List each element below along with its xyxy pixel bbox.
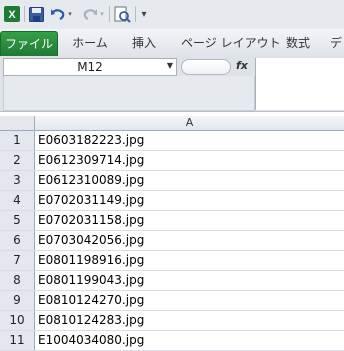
column-header-a[interactable]: A — [35, 116, 344, 131]
cell-a11[interactable]: E1004034080.jpg — [38, 331, 144, 350]
tab-page-layout[interactable]: ページ レイアウト — [181, 31, 281, 55]
row-header[interactable]: 11 — [0, 331, 35, 350]
tab-insert[interactable]: 挿入 — [128, 31, 160, 55]
cell-a10[interactable]: E0810124283.jpg — [38, 311, 144, 330]
redo-dropdown-icon: ▾ — [100, 10, 104, 18]
select-all-corner[interactable] — [0, 116, 35, 131]
print-preview-icon[interactable] — [113, 5, 131, 23]
name-box-dropdown-icon[interactable]: ▼ — [164, 58, 176, 74]
row-header[interactable]: 4 — [0, 191, 35, 210]
tab-file[interactable]: ファイル — [0, 31, 58, 56]
row-header[interactable]: 2 — [0, 151, 35, 170]
cell-a8[interactable]: E0801199043.jpg — [38, 271, 144, 290]
cell-a9[interactable]: E0810124270.jpg — [38, 291, 144, 310]
table-row: 10 E0810124283.jpg — [0, 311, 344, 331]
cell-a2[interactable]: E0612309714.jpg — [38, 151, 144, 170]
ribbon-tabs: ファイル ホーム 挿入 ページ レイアウト 数式 デ — [0, 29, 344, 57]
worksheet-grid[interactable]: A 1 E0603182223.jpg 2 E0612309714.jpg 3 E06… — [0, 112, 344, 351]
save-icon[interactable] — [28, 5, 44, 23]
row-header[interactable]: 8 — [0, 271, 35, 290]
cell-a7[interactable]: E0801198916.jpg — [38, 251, 144, 270]
row-header[interactable]: 3 — [0, 171, 35, 190]
name-box[interactable]: M12 — [3, 58, 177, 76]
table-row: 8 E0801199043.jpg — [0, 271, 344, 291]
table-row: 7 E0801198916.jpg — [0, 251, 344, 271]
svg-text:X: X — [8, 9, 16, 21]
tab-data[interactable]: デ — [330, 31, 344, 55]
cell-a1[interactable]: E0603182223.jpg — [38, 131, 144, 150]
table-row: 9 E0810124270.jpg — [0, 291, 344, 311]
row-header[interactable]: 5 — [0, 211, 35, 230]
tab-home[interactable]: ホーム — [70, 31, 110, 55]
formula-bar-splitter[interactable] — [181, 59, 231, 75]
table-row: 6 E0703042056.jpg — [0, 231, 344, 251]
table-row: 3 E0612310089.jpg — [0, 171, 344, 191]
table-row: 5 E0702031158.jpg — [0, 211, 344, 231]
insert-function-button[interactable]: fx — [236, 59, 248, 72]
customize-icon[interactable]: ▾ — [139, 5, 149, 23]
cell-a3[interactable]: E0612310089.jpg — [38, 171, 144, 190]
cell-a4[interactable]: E0702031149.jpg — [38, 191, 144, 210]
formula-area: M12 ▼ fx — [0, 56, 344, 112]
row-list: 1 E0603182223.jpg 2 E0612309714.jpg 3 E0612… — [0, 131, 344, 351]
table-row: 11 E1004034080.jpg — [0, 331, 344, 351]
excel-icon[interactable]: X — [4, 5, 20, 23]
formula-bar-extension — [3, 76, 255, 111]
row-header[interactable]: 9 — [0, 291, 35, 310]
quick-access-toolbar: X ▾ ▾ ▾ — [0, 0, 344, 29]
cell-a5[interactable]: E0702031158.jpg — [38, 211, 144, 230]
row-header[interactable]: 7 — [0, 251, 35, 270]
table-row: 1 E0603182223.jpg — [0, 131, 344, 151]
row-header[interactable]: 10 — [0, 311, 35, 330]
table-row: 4 E0702031149.jpg — [0, 191, 344, 211]
undo-dropdown-icon[interactable]: ▾ — [66, 5, 74, 23]
redo-icon — [82, 5, 98, 23]
undo-icon[interactable] — [50, 5, 66, 23]
cell-a6[interactable]: E0703042056.jpg — [38, 231, 144, 250]
fx-icon: fx — [236, 59, 248, 72]
row-header[interactable]: 1 — [0, 131, 35, 150]
row-header[interactable]: 6 — [0, 231, 35, 250]
formula-input[interactable] — [255, 58, 344, 110]
table-row: 2 E0612309714.jpg — [0, 151, 344, 171]
tab-formulas[interactable]: 数式 — [284, 31, 312, 55]
